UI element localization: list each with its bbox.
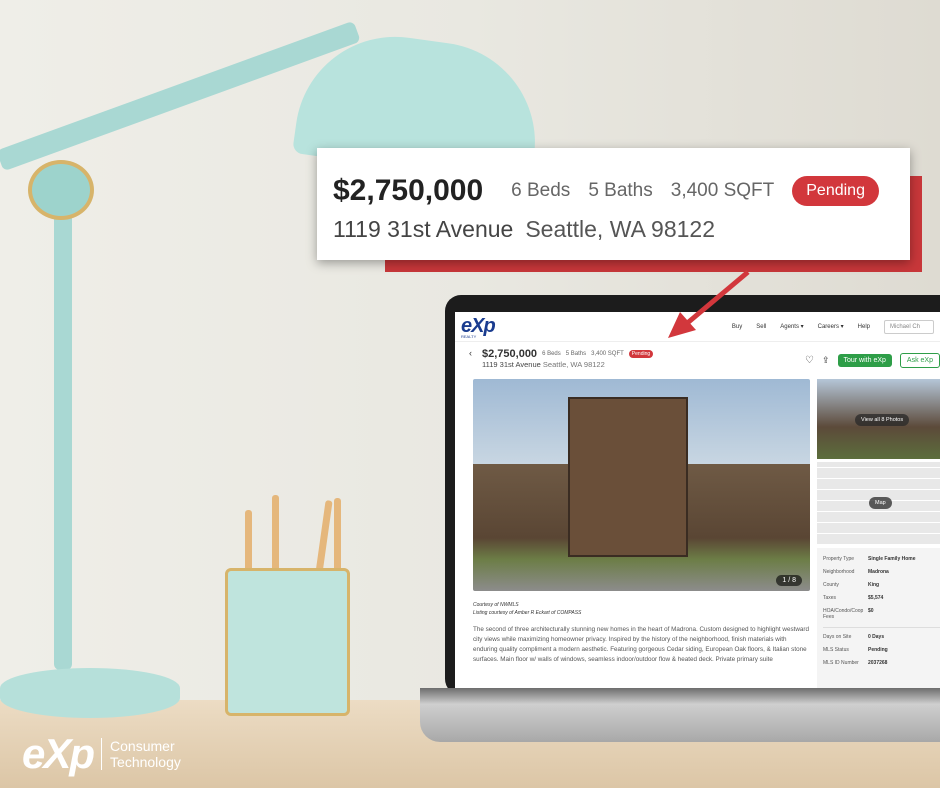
brand-mark: eXp — [22, 730, 95, 777]
exp-consumer-technology-logo: eXp Consumer Technology — [22, 730, 181, 778]
brand-line1: Consumer — [110, 738, 175, 754]
brand-line2: Technology — [110, 754, 181, 770]
arrow-icon — [668, 270, 750, 338]
